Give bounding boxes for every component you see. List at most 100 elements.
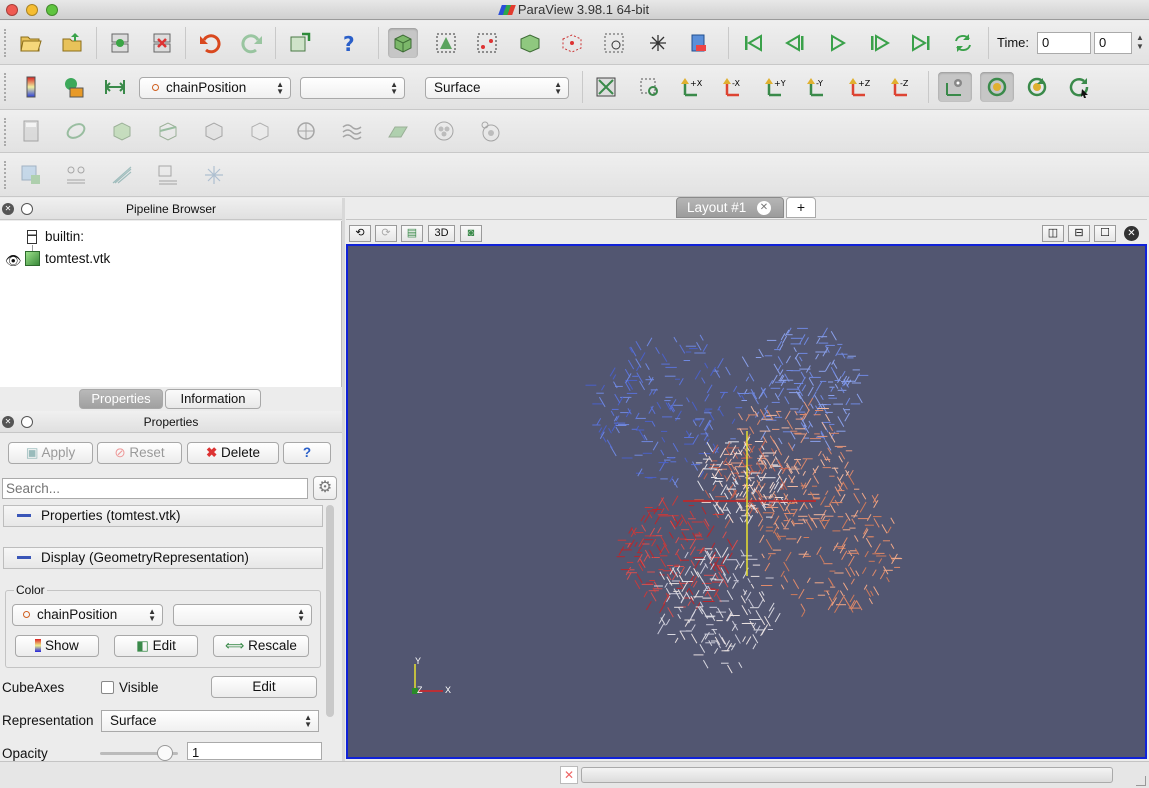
plot-selection-over-time-icon[interactable] bbox=[153, 160, 183, 190]
histogram-icon[interactable] bbox=[107, 160, 137, 190]
clip-icon[interactable] bbox=[107, 116, 137, 146]
cube-axes-edit-button[interactable]: Edit bbox=[211, 676, 317, 698]
opacity-slider-handle[interactable] bbox=[157, 745, 173, 761]
window-minimize-button[interactable] bbox=[26, 4, 38, 16]
play-icon[interactable] bbox=[822, 28, 852, 58]
clear-selection-icon[interactable] bbox=[684, 28, 714, 58]
loop-icon[interactable] bbox=[948, 28, 978, 58]
stream-tracer-icon[interactable] bbox=[337, 116, 367, 146]
view-plus-y-icon[interactable]: +Y bbox=[760, 72, 790, 102]
plot-over-line-icon[interactable] bbox=[61, 160, 91, 190]
show-colorbar-button[interactable]: Show bbox=[15, 635, 99, 657]
help-icon[interactable]: ? bbox=[334, 28, 364, 58]
extract-level-icon[interactable] bbox=[475, 116, 505, 146]
disconnect-icon[interactable] bbox=[147, 28, 177, 58]
interactive-select-icon[interactable] bbox=[643, 28, 673, 58]
apply-button[interactable]: ▣ Apply bbox=[8, 442, 93, 464]
select-cells-frustum-icon[interactable] bbox=[515, 28, 545, 58]
next-frame-icon[interactable] bbox=[864, 28, 894, 58]
redo-icon[interactable] bbox=[237, 28, 267, 58]
close-layout-icon[interactable]: ✕ bbox=[757, 201, 771, 215]
previous-frame-icon[interactable] bbox=[780, 28, 810, 58]
reset-center-icon[interactable] bbox=[980, 72, 1014, 102]
view-plus-x-icon[interactable]: +X bbox=[676, 72, 706, 102]
opacity-input[interactable]: 1 bbox=[187, 742, 322, 760]
float-panel-icon[interactable] bbox=[21, 203, 33, 215]
probe-line-icon[interactable] bbox=[16, 160, 46, 190]
glyph-icon[interactable] bbox=[291, 116, 321, 146]
warp-icon[interactable] bbox=[383, 116, 413, 146]
capture-screenshot-icon[interactable]: ⟲ bbox=[349, 225, 371, 242]
select-cells-icon[interactable] bbox=[431, 28, 461, 58]
threshold-icon[interactable] bbox=[199, 116, 229, 146]
split-horizontal-icon[interactable]: ◫ bbox=[1042, 225, 1064, 242]
first-frame-icon[interactable] bbox=[738, 28, 768, 58]
contour-icon[interactable] bbox=[61, 116, 91, 146]
pipeline-item-builtin[interactable]: builtin: bbox=[45, 229, 84, 244]
render-view[interactable]: Y Z X bbox=[346, 244, 1147, 759]
eye-icon[interactable]: 👁 bbox=[5, 253, 22, 269]
display-section-header[interactable]: Display (GeometryRepresentation) bbox=[3, 547, 323, 569]
close-view-icon[interactable]: ✕ bbox=[1124, 226, 1139, 241]
representation-select[interactable]: Surface ▲ ▼ bbox=[425, 77, 569, 99]
pipeline-item-tomtest[interactable]: tomtest.vtk bbox=[45, 251, 110, 266]
time-step-spinner[interactable]: ▲ ▼ bbox=[1136, 33, 1144, 51]
view-plus-z-icon[interactable]: +Z bbox=[844, 72, 874, 102]
color-legend-icon[interactable] bbox=[16, 72, 46, 102]
delete-button[interactable]: ✖ Delete bbox=[187, 442, 279, 464]
cube-axes-visible-checkbox[interactable] bbox=[101, 681, 114, 694]
load-state-icon[interactable] bbox=[58, 28, 88, 58]
window-zoom-button[interactable] bbox=[46, 4, 58, 16]
view-minus-z-icon[interactable]: -Z bbox=[886, 72, 916, 102]
select-points-icon[interactable] bbox=[472, 28, 502, 58]
group-datasets-icon[interactable] bbox=[429, 116, 459, 146]
connect-icon[interactable] bbox=[105, 28, 135, 58]
rotation-center-icon[interactable] bbox=[1064, 72, 1094, 102]
last-frame-icon[interactable] bbox=[906, 28, 936, 58]
close-icon[interactable]: ✕ bbox=[2, 416, 14, 428]
properties-search-input[interactable] bbox=[2, 478, 308, 499]
split-vertical-icon[interactable]: ⊟ bbox=[1068, 225, 1090, 242]
component-select[interactable]: ▲ ▼ bbox=[300, 77, 405, 99]
abort-icon[interactable]: ✕ bbox=[560, 766, 578, 784]
resize-grip[interactable] bbox=[1136, 776, 1146, 786]
add-layout-button[interactable]: + bbox=[786, 197, 816, 218]
zoom-to-box-icon[interactable] bbox=[634, 72, 664, 102]
tab-properties[interactable]: Properties bbox=[79, 389, 163, 409]
properties-scrollbar[interactable] bbox=[326, 505, 334, 717]
edit-colormap-icon[interactable] bbox=[58, 72, 88, 102]
reset-camera-icon[interactable] bbox=[591, 72, 621, 102]
color-by-select[interactable]: chainPosition ▲ ▼ bbox=[12, 604, 163, 626]
properties-help-button[interactable]: ? bbox=[283, 442, 331, 464]
extract-selection-icon[interactable] bbox=[199, 160, 229, 190]
show-center-icon[interactable] bbox=[938, 72, 972, 102]
extract-subset-icon[interactable] bbox=[245, 116, 275, 146]
edit-colormap-button[interactable]: ◧ Edit bbox=[114, 635, 198, 657]
maximize-view-icon[interactable]: ☐ bbox=[1094, 225, 1116, 242]
layout-tab[interactable]: Layout #1 ✕ bbox=[676, 197, 784, 218]
reset-session-icon[interactable] bbox=[285, 28, 315, 58]
tab-information[interactable]: Information bbox=[165, 389, 261, 409]
rescale-button[interactable]: ⟺ Rescale bbox=[213, 635, 309, 657]
undo-icon[interactable] bbox=[195, 28, 225, 58]
properties-section-header[interactable]: Properties (tomtest.vtk) bbox=[3, 505, 323, 527]
color-component-select[interactable]: ▲ ▼ bbox=[173, 604, 312, 626]
open-icon[interactable] bbox=[16, 28, 46, 58]
window-close-button[interactable] bbox=[6, 4, 18, 16]
time-input[interactable]: 0 bbox=[1037, 32, 1091, 54]
select-block-icon[interactable] bbox=[599, 28, 629, 58]
representation-dropdown[interactable]: Surface ▲ ▼ bbox=[101, 710, 319, 732]
time-step-input[interactable]: 0 bbox=[1094, 32, 1132, 54]
color-by-select[interactable]: chainPosition ▲ ▼ bbox=[139, 77, 291, 99]
float-panel-icon[interactable] bbox=[21, 416, 33, 428]
advanced-properties-gear-icon[interactable]: ⚙ bbox=[313, 476, 337, 500]
view-minus-y-icon[interactable]: -Y bbox=[802, 72, 832, 102]
slice-icon[interactable] bbox=[153, 116, 183, 146]
select-points-frustum-icon[interactable] bbox=[557, 28, 587, 58]
reset-button[interactable]: ⊘ Reset bbox=[97, 442, 182, 464]
view-minus-x-icon[interactable]: -X bbox=[718, 72, 748, 102]
view-3d-button[interactable]: 3D bbox=[428, 225, 455, 242]
calculator-icon[interactable] bbox=[16, 116, 46, 146]
close-icon[interactable]: ✕ bbox=[2, 203, 14, 215]
rescale-range-icon[interactable] bbox=[100, 72, 130, 102]
